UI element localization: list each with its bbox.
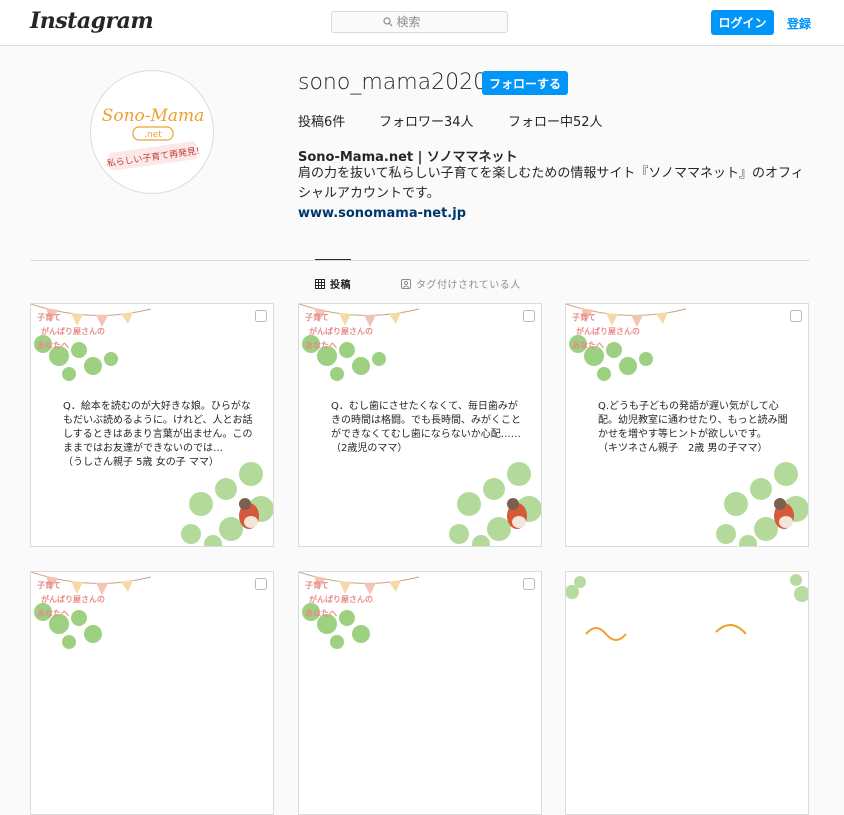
post-banner-line-3: あなたへ (37, 340, 69, 350)
multi-image-icon (790, 310, 802, 322)
following-count[interactable]: フォロー中52人 (508, 111, 603, 130)
post-card-5[interactable]: 子育て がんばり屋さんの あなたへ (298, 571, 542, 815)
active-tab-indicator (315, 259, 351, 260)
multi-image-icon (523, 578, 535, 590)
post-banner-line-2: がんばり屋さんの (41, 326, 105, 336)
post-question-text: Q.どうも子どもの発語が遅い気がして心配。幼児教室に通わせたり、もっと読み聞かせ… (598, 401, 788, 454)
avatar-logo-sub: .net (144, 130, 162, 140)
bio-name: Sono-Mama.net | ソノママネット (298, 150, 518, 165)
multi-image-icon (255, 578, 267, 590)
post-banner-line-3: あなたへ (37, 608, 69, 618)
search-input[interactable] (396, 15, 457, 29)
post-banner-line-1: 子育て (572, 312, 596, 322)
post-banner-line-2: がんばり屋さんの (576, 326, 640, 336)
post-card-1[interactable]: 子育て がんばり屋さんの あなたへ Q．絵本を読むのが大好きな娘。ひらがなもだい… (30, 303, 274, 547)
tab-divider (30, 260, 810, 261)
post-banner-line-2: がんばり屋さんの (41, 594, 105, 604)
post-question-text: Q．むし歯にさせたくなくて、毎日歯みがきの時間は格闘。でも長時間、みがくことがで… (331, 401, 521, 454)
post-question-text: Q．絵本を読むのが大好きな娘。ひらがなもだいぶ読めるように。けれど、人とお話しす… (63, 401, 253, 468)
bio-text: 肩の力を抜いて私らしい子育てを楽しむための情報サイト『ソノママネット』のオフィシ… (298, 166, 804, 201)
tab-posts-label: 投稿 (330, 280, 351, 291)
login-button[interactable]: ログイン (711, 10, 774, 35)
website-link[interactable]: www.sonomama-net.jp (298, 206, 466, 221)
tab-tagged[interactable]: タグ付けされている人 (401, 276, 521, 291)
post-card-6[interactable] (565, 571, 809, 815)
signup-link[interactable]: 登録 (787, 15, 811, 32)
posts-count: 投稿6件 (298, 115, 346, 130)
post-banner-line-2: がんばり屋さんの (309, 594, 373, 604)
tab-posts[interactable]: 投稿 (315, 276, 351, 291)
post-card-2[interactable]: 子育て がんばり屋さんの あなたへ Q．むし歯にさせたくなくて、毎日歯みがきの時… (298, 303, 542, 547)
avatar[interactable]: Sono-Mama .net 私らしい子育て再発見! (90, 70, 214, 194)
post-banner-line-3: あなたへ (305, 608, 337, 618)
followers-count[interactable]: フォロワー34人 (379, 111, 474, 130)
post-banner-line-2: がんばり屋さんの (309, 326, 373, 336)
post-banner-line-1: 子育て (305, 580, 329, 590)
post-banner-line-3: あなたへ (572, 340, 604, 350)
post-banner-line-1: 子育て (305, 312, 329, 322)
post-card-4[interactable]: 子育て がんばり屋さんの あなたへ (30, 571, 274, 815)
multi-image-icon (255, 310, 267, 322)
post-banner-line-3: あなたへ (305, 340, 337, 350)
search-box[interactable] (331, 11, 508, 33)
tab-tagged-label: タグ付けされている人 (416, 280, 521, 291)
tag-user-icon (401, 278, 411, 289)
multi-image-icon (523, 310, 535, 322)
post-banner-line-1: 子育て (37, 580, 61, 590)
instagram-logo[interactable]: Instagram (30, 8, 154, 34)
profile-username: sono_mama2020 (298, 70, 488, 95)
post-banner-line-1: 子育て (37, 312, 61, 322)
avatar-logo-title: Sono-Mama (102, 106, 205, 126)
top-bar: Instagram ログイン 登録 (0, 0, 844, 46)
grid-icon (315, 278, 325, 289)
follow-button[interactable]: フォローする (482, 71, 568, 95)
search-icon (382, 17, 392, 27)
post-card-3[interactable]: 子育て がんばり屋さんの あなたへ Q.どうも子どもの発語が遅い気がして心配。幼… (565, 303, 809, 547)
